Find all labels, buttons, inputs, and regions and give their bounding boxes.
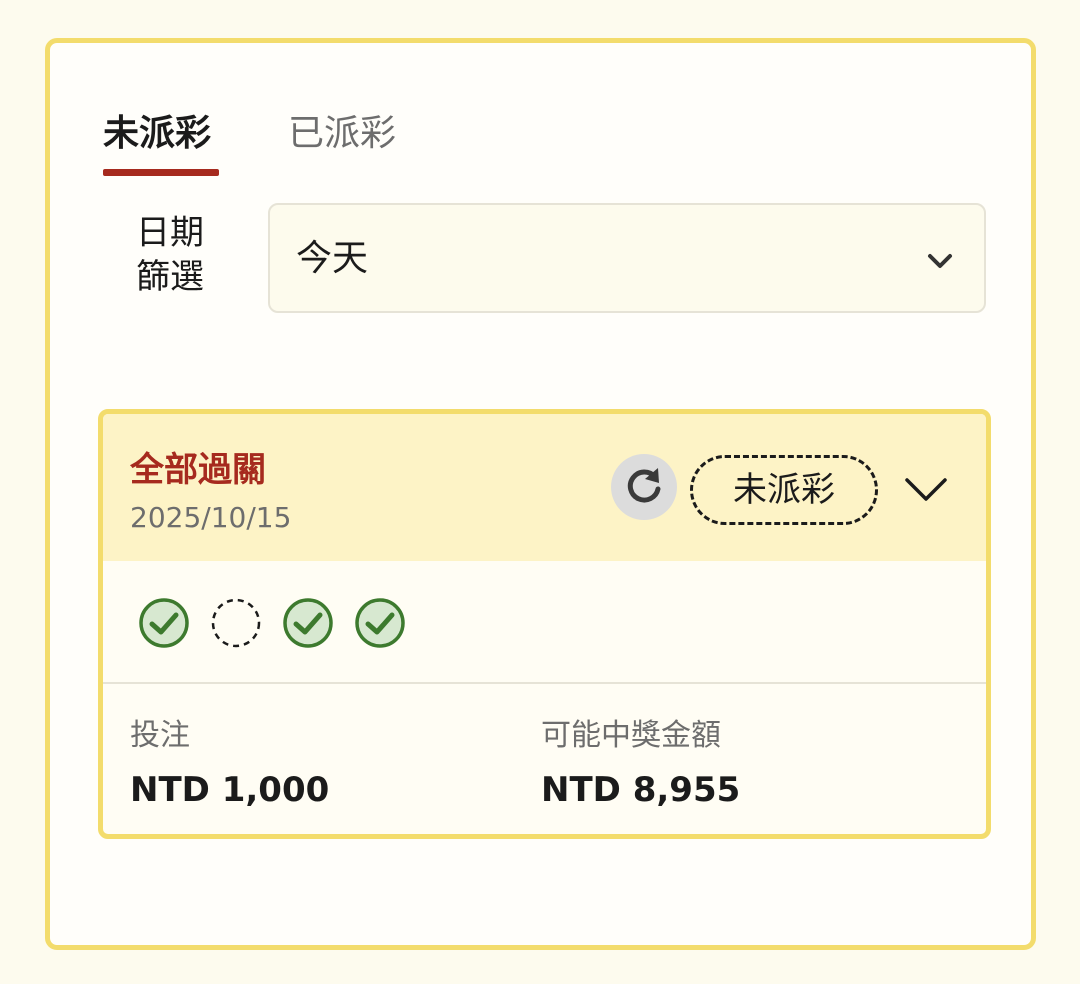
date-filter-label-line1: 日期 (136, 213, 204, 253)
stake-value: NTD 1,000 (130, 770, 330, 810)
divider (103, 682, 986, 684)
bet-card-header: 全部過關 2025/10/15 未派彩 (103, 414, 986, 561)
date-filter-value: 今天 (296, 238, 369, 279)
tab-unsettled[interactable]: 未派彩 (103, 109, 211, 159)
bet-date: 2025/10/15 (130, 501, 292, 534)
bet-type: 全部過關 (130, 450, 266, 490)
stake-label: 投注 (130, 718, 190, 753)
bet-status-tabs: 未派彩 已派彩 (103, 109, 503, 179)
leg-won-check-icon (139, 598, 189, 648)
potential-win-value: NTD 8,955 (541, 770, 741, 810)
potential-win-label: 可能中獎金額 (541, 718, 721, 753)
leg-won-check-icon (355, 598, 405, 648)
chevron-down-icon (928, 254, 952, 268)
tab-settled[interactable]: 已派彩 (288, 109, 396, 159)
leg-won-check-icon (283, 598, 333, 648)
date-filter-label-line2: 篩選 (136, 257, 204, 297)
status-badge: 未派彩 (690, 455, 878, 525)
date-filter-label: 日期 篩選 (125, 211, 215, 299)
active-tab-indicator (103, 169, 219, 176)
date-filter-select[interactable]: 今天 (268, 203, 986, 313)
chevron-down-icon[interactable] (903, 474, 949, 504)
refresh-button[interactable] (611, 454, 677, 520)
bet-history-panel: 未派彩 已派彩 日期 篩選 今天 全部過關 2025/10/15 未派彩 投注 … (45, 38, 1036, 950)
bet-legs (138, 597, 538, 653)
bet-card: 全部過關 2025/10/15 未派彩 投注 NTD 1,000 可能中獎金額 … (98, 409, 991, 839)
refresh-icon (627, 468, 661, 503)
leg-pending-icon (211, 598, 261, 648)
